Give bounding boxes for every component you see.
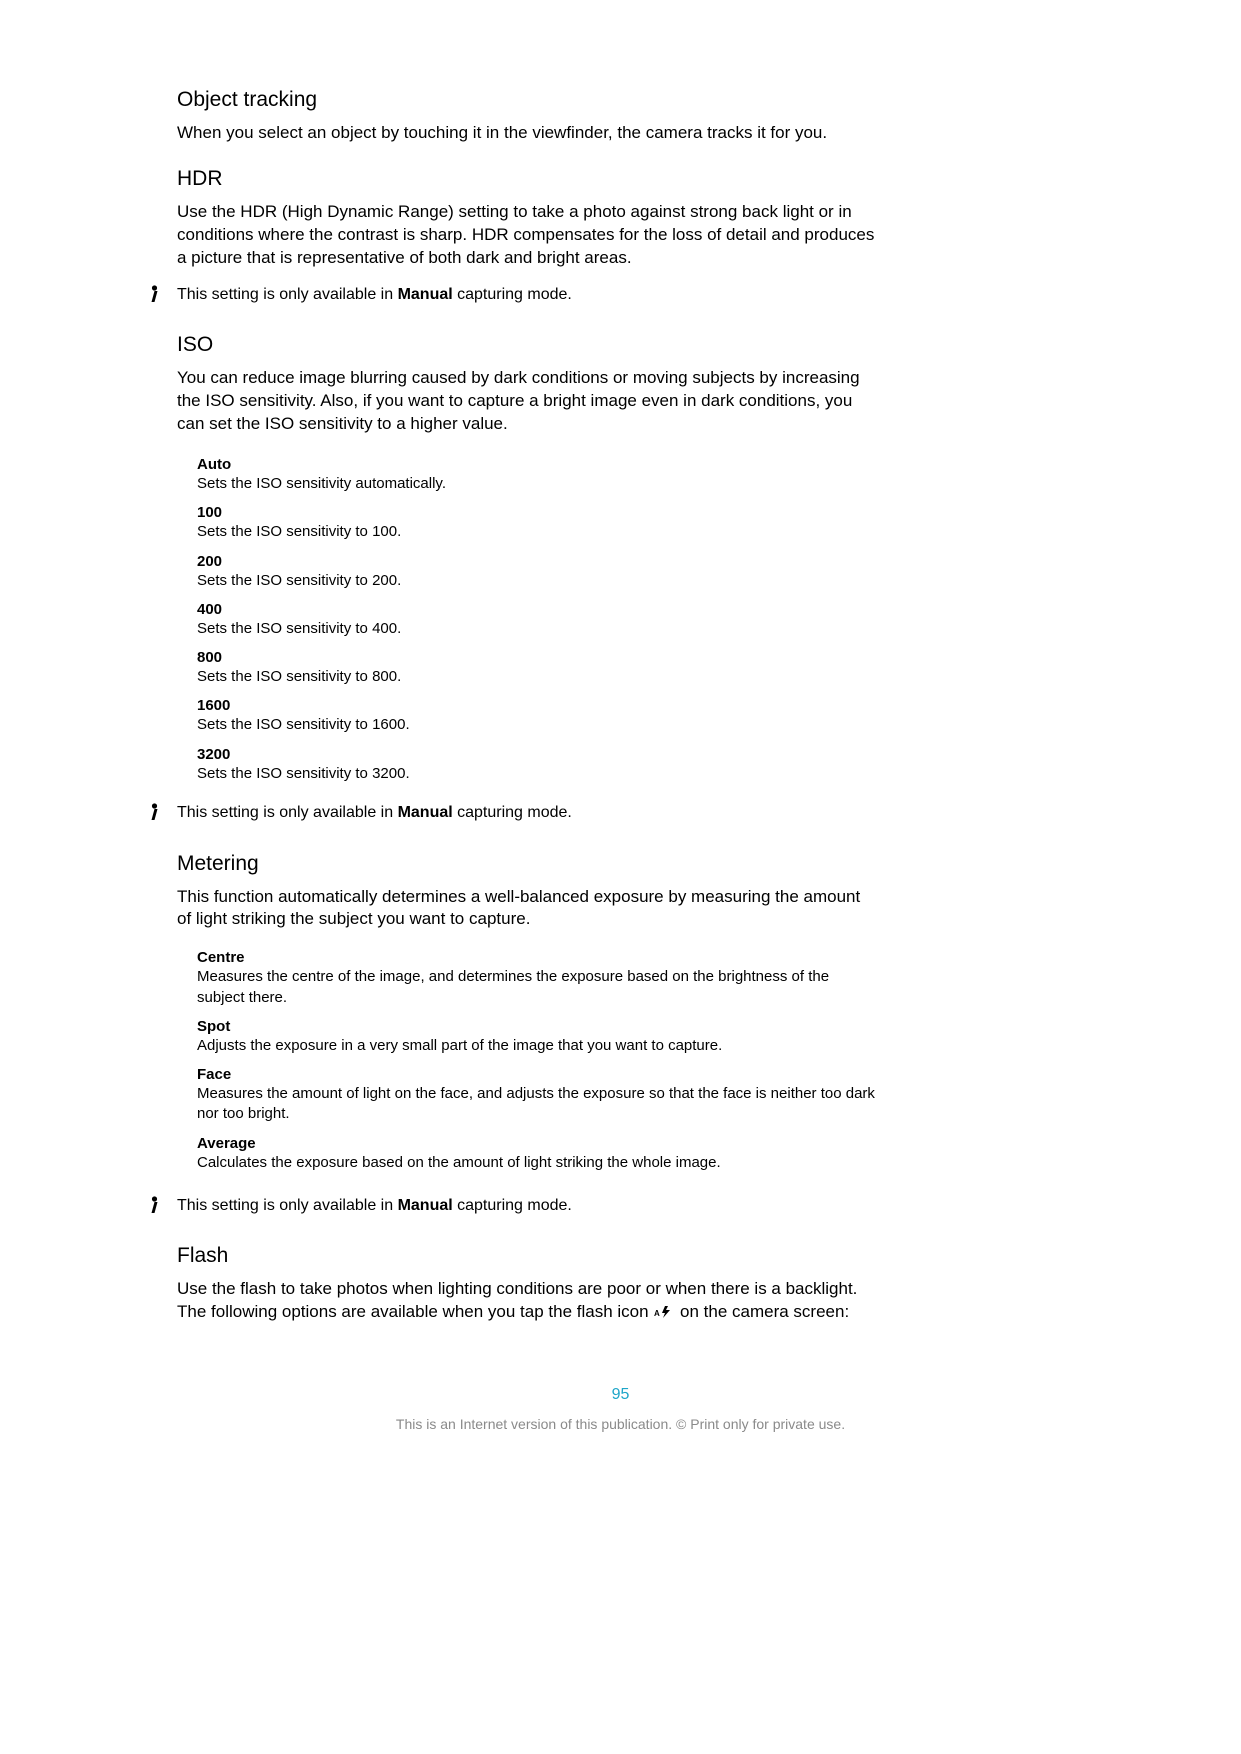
option-title: 200 xyxy=(197,553,877,570)
option-title: 400 xyxy=(197,601,877,618)
option-desc: Measures the amount of light on the face… xyxy=(197,1084,877,1125)
heading-flash: Flash xyxy=(177,1244,877,1268)
info-icon xyxy=(149,1195,177,1213)
option-desc: Sets the ISO sensitivity to 400. xyxy=(197,619,877,639)
note-text-post: capturing mode. xyxy=(453,286,572,303)
note-text-post: capturing mode. xyxy=(453,1197,572,1214)
note-hdr-text: This setting is only available in Manual… xyxy=(177,284,572,306)
heading-hdr: HDR xyxy=(177,167,877,191)
option-desc: Sets the ISO sensitivity to 3200. xyxy=(197,764,877,784)
option-title: 1600 xyxy=(197,697,877,714)
note-text-pre: This setting is only available in xyxy=(177,1197,398,1214)
heading-metering: Metering xyxy=(177,852,877,876)
option-desc: Measures the centre of the image, and de… xyxy=(197,967,877,1008)
note-hdr: This setting is only available in Manual… xyxy=(149,284,877,306)
body-flash: Use the flash to take photos when lighti… xyxy=(177,1278,877,1326)
option-title: Auto xyxy=(197,456,877,473)
flash-body-post: on the camera screen: xyxy=(675,1302,849,1321)
note-metering-text: This setting is only available in Manual… xyxy=(177,1195,572,1217)
note-text-pre: This setting is only available in xyxy=(177,804,398,821)
note-text-bold: Manual xyxy=(398,804,453,821)
option-desc: Sets the ISO sensitivity to 200. xyxy=(197,571,877,591)
option-title: Face xyxy=(197,1066,877,1083)
body-iso: You can reduce image blurring caused by … xyxy=(177,367,877,436)
iso-options-list: AutoSets the ISO sensitivity automatical… xyxy=(197,456,877,784)
option-desc: Sets the ISO sensitivity to 100. xyxy=(197,522,877,542)
option-desc: Adjusts the exposure in a very small par… xyxy=(197,1036,877,1056)
option-title: Spot xyxy=(197,1018,877,1035)
auto-flash-icon: A xyxy=(654,1303,674,1326)
metering-options-list: CentreMeasures the centre of the image, … xyxy=(197,949,877,1173)
option-desc: Sets the ISO sensitivity to 800. xyxy=(197,667,877,687)
note-text-bold: Manual xyxy=(398,286,453,303)
note-iso: This setting is only available in Manual… xyxy=(149,802,877,824)
option-title: 100 xyxy=(197,504,877,521)
option-desc: Sets the ISO sensitivity automatically. xyxy=(197,474,877,494)
info-icon xyxy=(149,802,177,820)
note-text-bold: Manual xyxy=(398,1197,453,1214)
heading-iso: ISO xyxy=(177,333,877,357)
body-object-tracking: When you select an object by touching it… xyxy=(177,122,877,145)
option-title: 800 xyxy=(197,649,877,666)
footer-text: This is an Internet version of this publ… xyxy=(0,1416,1241,1432)
option-title: Centre xyxy=(197,949,877,966)
option-title: 3200 xyxy=(197,746,877,763)
page-number: 95 xyxy=(0,1386,1241,1404)
note-iso-text: This setting is only available in Manual… xyxy=(177,802,572,824)
note-metering: This setting is only available in Manual… xyxy=(149,1195,877,1217)
option-desc: Sets the ISO sensitivity to 1600. xyxy=(197,715,877,735)
svg-text:A: A xyxy=(654,1309,660,1318)
body-hdr: Use the HDR (High Dynamic Range) setting… xyxy=(177,201,877,270)
note-text-pre: This setting is only available in xyxy=(177,286,398,303)
body-metering: This function automatically determines a… xyxy=(177,886,877,932)
heading-object-tracking: Object tracking xyxy=(177,88,877,112)
info-icon xyxy=(149,284,177,302)
note-text-post: capturing mode. xyxy=(453,804,572,821)
option-title: Average xyxy=(197,1135,877,1152)
option-desc: Calculates the exposure based on the amo… xyxy=(197,1153,877,1173)
